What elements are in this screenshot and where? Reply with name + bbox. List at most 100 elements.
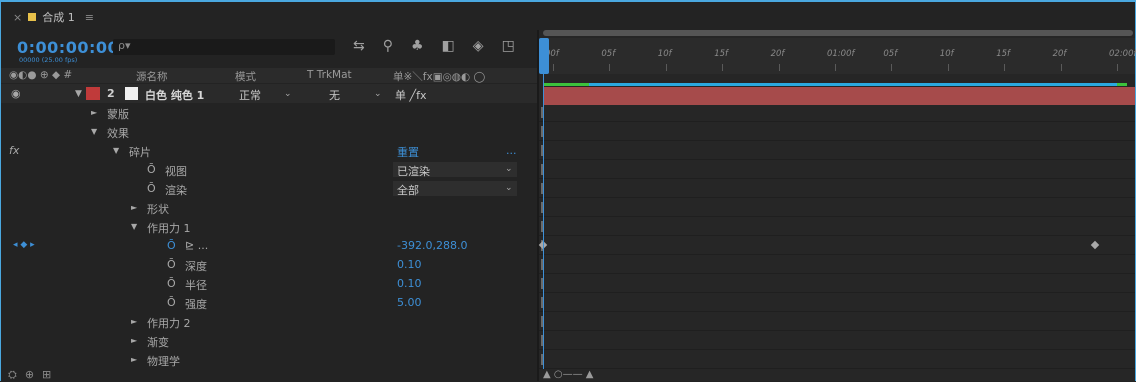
- property-row[interactable]: Ō 强度 5.00: [1, 293, 537, 312]
- footer-toggle-icon[interactable]: ⛭: [8, 368, 17, 382]
- playhead-handle[interactable]: [539, 38, 549, 74]
- panel-menu-icon[interactable]: ≡: [85, 11, 94, 24]
- property-label: 物理学: [147, 355, 180, 368]
- ruler-label: 20f: [1052, 49, 1067, 59]
- timeline-tool-icon[interactable]: ⚲: [383, 38, 393, 54]
- chevron-down-icon[interactable]: ⌄: [374, 89, 382, 99]
- property-row[interactable]: Ō 半径 0.10: [1, 274, 537, 293]
- composition-tab[interactable]: × 合成 1 ≡: [13, 9, 94, 25]
- zoom-slider[interactable]: ▲ ○—— ▲: [543, 369, 593, 380]
- visibility-eye-icon[interactable]: ◉: [11, 87, 21, 100]
- property-row[interactable]: ► 物理学: [1, 350, 537, 369]
- composition-color-icon: [28, 13, 37, 21]
- property-row[interactable]: ▼ 作用力 1: [1, 217, 537, 236]
- property-row[interactable]: Ō 深度 0.10: [1, 255, 537, 274]
- timeline-tool-icon[interactable]: ◧: [442, 38, 455, 54]
- fx-icon[interactable]: fx: [9, 144, 19, 157]
- layer-expand-arrow[interactable]: ▼: [75, 89, 82, 99]
- time-ruler[interactable]: 00f 05f 10f 15f 20f 01:00f 05f 10f 15f 20f 02:00f: [539, 38, 1136, 74]
- mode-column-header[interactable]: 模式: [235, 69, 256, 84]
- property-label: 作用力 1: [147, 222, 191, 235]
- track-separator: [539, 273, 1135, 274]
- property-row[interactable]: ► 形状: [1, 198, 537, 217]
- timeline-tool-icon[interactable]: ◳: [502, 38, 515, 54]
- track-separator: [539, 121, 1135, 122]
- timeline-tool-icon[interactable]: ◈: [473, 38, 484, 54]
- ruler-tick: [947, 64, 949, 71]
- trkmat-select[interactable]: 无: [329, 87, 340, 103]
- ruler-label: 05f: [601, 49, 616, 59]
- close-icon[interactable]: ×: [13, 11, 22, 24]
- expand-arrow-icon[interactable]: ►: [131, 355, 137, 364]
- effect-options-link[interactable]: ...: [506, 144, 517, 157]
- ruler-tick: [1004, 64, 1006, 71]
- property-row[interactable]: ◂ ◆ ▸ Ō ⊵ ... -392.0,288.0: [1, 236, 537, 255]
- search-input[interactable]: ρ▾: [113, 39, 335, 55]
- expand-arrow-icon[interactable]: ►: [131, 336, 137, 345]
- track-separator: [539, 254, 1135, 255]
- property-row[interactable]: Ō 渲染 ⌄ 全部: [1, 179, 537, 198]
- keyframe-navigator[interactable]: ◂ ◆ ▸: [13, 240, 35, 250]
- chevron-down-icon[interactable]: ⌄: [505, 183, 513, 193]
- frame-rate-label: 00000 (25.00 fps): [19, 56, 78, 64]
- footer-toggle-icon[interactable]: ⊞: [42, 368, 51, 382]
- source-name-column-header[interactable]: 源名称: [136, 69, 168, 84]
- property-value[interactable]: 0.10: [397, 277, 422, 290]
- footer-left-icons: ⛭ ⊕ ⊞: [8, 368, 51, 382]
- search-icon: ρ▾: [118, 39, 131, 52]
- footer-toggle-icon[interactable]: ⊕: [25, 368, 34, 382]
- stopwatch-icon[interactable]: Ō: [147, 163, 156, 176]
- zoom-controls[interactable]: ▲ ○—— ▲: [539, 369, 1135, 381]
- property-row[interactable]: ► 渐变: [1, 331, 537, 350]
- property-row[interactable]: ▼ 效果: [1, 122, 537, 141]
- track-separator: [539, 292, 1135, 293]
- layer-name[interactable]: 白色 纯色 1: [145, 87, 204, 103]
- track-separator: [539, 349, 1135, 350]
- switches-column-header: ◉◐● ⊕ ◆ #: [9, 69, 73, 81]
- property-value[interactable]: 0.10: [397, 258, 422, 271]
- property-row[interactable]: ► 蒙版: [1, 103, 537, 122]
- ruler-tick: [1117, 64, 1118, 71]
- timeline-tool-icon[interactable]: ♣: [411, 38, 424, 54]
- stopwatch-icon[interactable]: Ō: [167, 277, 176, 290]
- property-row[interactable]: ► 作用力 2: [1, 312, 537, 331]
- layer-duration-bar[interactable]: [543, 87, 1135, 105]
- layer-mode-select[interactable]: 正常: [239, 87, 261, 103]
- trkmat-column-header[interactable]: T TrkMat: [307, 69, 352, 81]
- ruler-tick: [553, 64, 554, 71]
- expand-arrow-icon[interactable]: ►: [131, 203, 137, 212]
- ruler-tick: [1060, 64, 1062, 71]
- work-area-bar[interactable]: [543, 83, 1127, 86]
- property-dropdown-value[interactable]: 已渲染: [397, 163, 430, 179]
- chevron-down-icon[interactable]: ⌄: [505, 164, 513, 174]
- keyframe-marker[interactable]: [1090, 240, 1100, 250]
- property-row[interactable]: Ō 视图 ⌄ 已渲染: [1, 160, 537, 179]
- timeline-tool-icon[interactable]: ⇆: [353, 38, 365, 54]
- layer-switches-column-header: 单※＼fx▣◎◍◐ ◯: [393, 71, 486, 83]
- property-label: 强度: [185, 298, 207, 311]
- layer-row[interactable]: ◉ ▼ 2 白色 纯色 1 正常 ⌄ 无 ⌄ 单 ╱fx: [1, 84, 537, 103]
- layer-switches[interactable]: 单 ╱fx: [395, 87, 427, 103]
- expand-arrow-icon[interactable]: ►: [91, 108, 97, 117]
- current-timecode[interactable]: 0:00:00:00: [17, 38, 119, 57]
- property-value[interactable]: 5.00: [397, 296, 422, 309]
- expand-arrow-icon[interactable]: ▼: [91, 127, 97, 136]
- time-navigator-bar[interactable]: [543, 30, 1133, 36]
- expand-arrow-icon[interactable]: ▼: [113, 146, 119, 155]
- property-dropdown-value[interactable]: 全部: [397, 182, 419, 198]
- ruler-label: 05f: [883, 49, 898, 59]
- chevron-down-icon[interactable]: ⌄: [284, 89, 292, 99]
- stopwatch-icon[interactable]: Ō: [167, 296, 176, 309]
- stopwatch-icon[interactable]: Ō: [167, 239, 176, 252]
- stopwatch-icon[interactable]: Ō: [147, 182, 156, 195]
- expand-arrow-icon[interactable]: ►: [131, 317, 137, 326]
- property-row[interactable]: fx ▼ 碎片 重置...: [1, 141, 537, 160]
- property-label: 碎片: [129, 146, 151, 159]
- stopwatch-icon[interactable]: Ō: [167, 258, 176, 271]
- composition-tab-title: 合成 1: [42, 11, 75, 24]
- ruler-label: 02:00f: [1109, 49, 1136, 59]
- expand-arrow-icon[interactable]: ▼: [131, 222, 137, 231]
- property-value[interactable]: 重置: [397, 144, 419, 160]
- layer-color-label[interactable]: [86, 87, 100, 100]
- property-value[interactable]: -392.0,288.0: [397, 239, 467, 252]
